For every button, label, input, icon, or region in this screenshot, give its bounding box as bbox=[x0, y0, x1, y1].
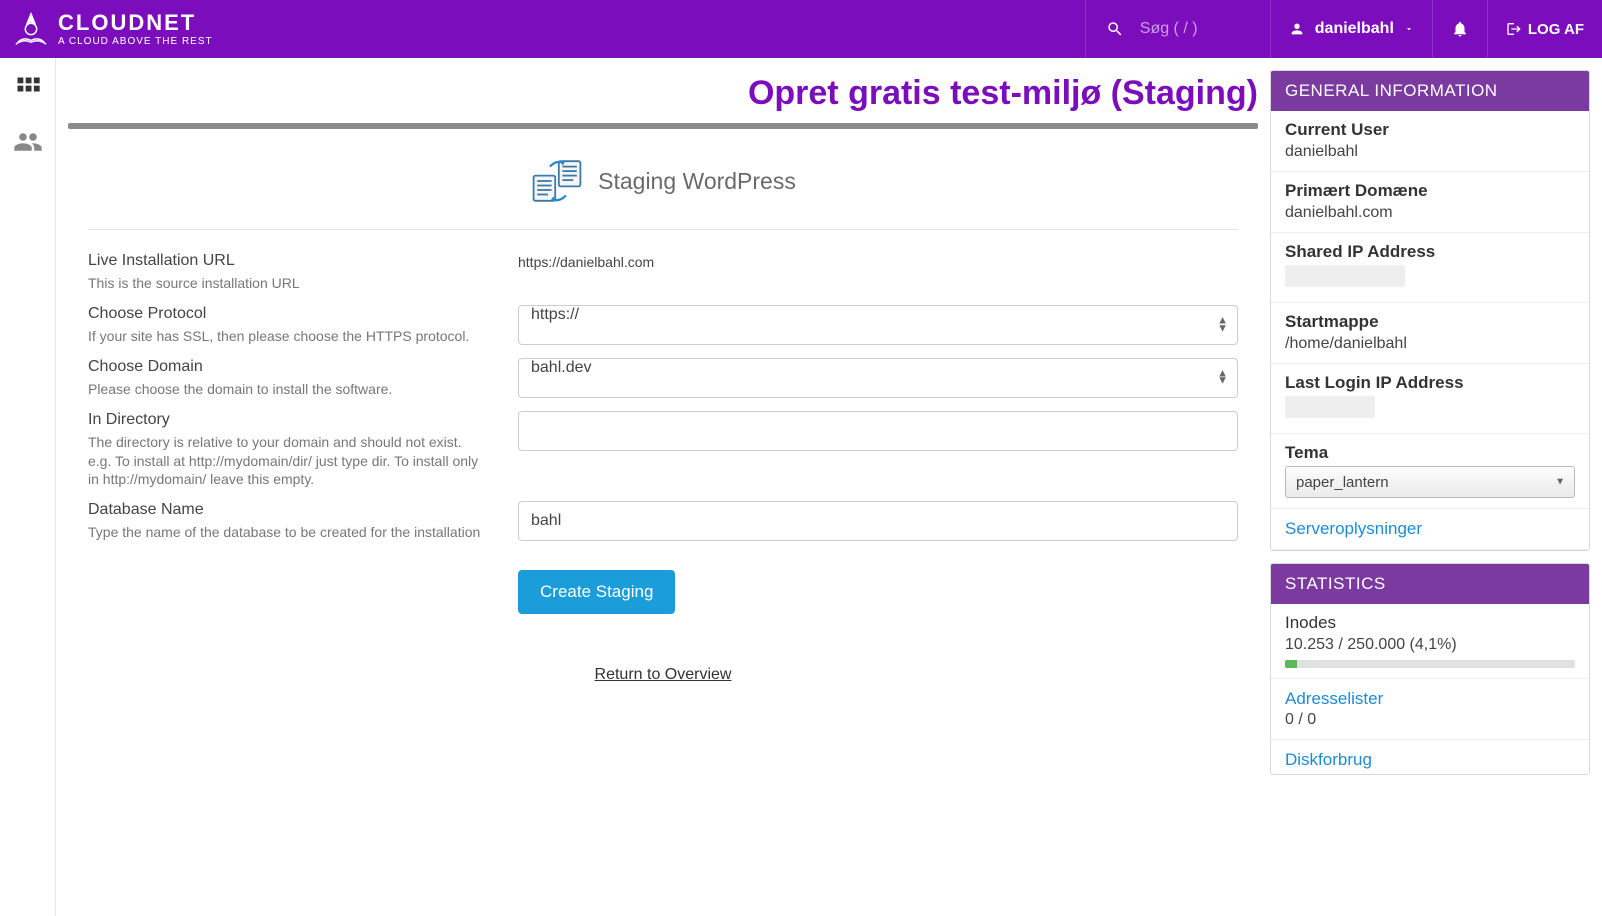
logout-label: LOG AF bbox=[1528, 21, 1584, 38]
disk-usage-link[interactable]: Diskforbrug bbox=[1271, 740, 1589, 774]
general-info-heading: GENERAL INFORMATION bbox=[1271, 71, 1589, 111]
search-input[interactable] bbox=[1140, 20, 1250, 38]
addresses-value: 0 / 0 bbox=[1271, 709, 1589, 740]
notifications-button[interactable] bbox=[1432, 0, 1487, 58]
apps-grid-icon bbox=[14, 74, 42, 102]
header-search[interactable] bbox=[1085, 0, 1270, 58]
home-dir-label: Startmappe bbox=[1285, 312, 1575, 332]
left-rail bbox=[0, 58, 56, 916]
statistics-heading: STATISTICS bbox=[1271, 564, 1589, 604]
bell-icon bbox=[1451, 20, 1469, 38]
live-url-help: This is the source installation URL bbox=[88, 274, 488, 293]
dbname-input[interactable] bbox=[518, 501, 1238, 541]
brand-title: CLOUDNET bbox=[58, 12, 213, 34]
apps-grid-button[interactable] bbox=[12, 72, 44, 104]
search-icon bbox=[1106, 20, 1124, 38]
primary-domain-label: Primært Domæne bbox=[1285, 181, 1575, 201]
domain-select[interactable]: bahl.dev bbox=[518, 358, 1238, 398]
theme-label: Tema bbox=[1285, 443, 1575, 463]
addresses-link[interactable]: Adresselister bbox=[1271, 679, 1589, 709]
return-overview-link[interactable]: Return to Overview bbox=[595, 666, 732, 683]
page-title: Opret gratis test-miljø (Staging) bbox=[68, 70, 1258, 123]
brand-tagline: A CLOUD ABOVE THE REST bbox=[58, 37, 213, 47]
inodes-label: Inodes bbox=[1285, 613, 1575, 633]
live-url-label: Live Installation URL bbox=[88, 252, 488, 270]
shared-ip-redacted bbox=[1285, 265, 1405, 287]
users-button[interactable] bbox=[12, 126, 44, 158]
dbname-label: Database Name bbox=[88, 501, 488, 519]
directory-input[interactable] bbox=[518, 411, 1238, 451]
section-title: Staging WordPress bbox=[598, 168, 796, 195]
statistics-panel: STATISTICS Inodes 10.253 / 250.000 (4,1%… bbox=[1270, 563, 1590, 775]
caret-down-icon bbox=[1404, 24, 1414, 34]
logout-icon bbox=[1506, 21, 1522, 37]
primary-domain-value: danielbahl.com bbox=[1285, 204, 1575, 222]
directory-label: In Directory bbox=[88, 411, 488, 429]
users-icon bbox=[13, 127, 43, 157]
protocol-select[interactable]: https:// bbox=[518, 305, 1238, 345]
protocol-label: Choose Protocol bbox=[88, 305, 488, 323]
current-user-value: danielbahl bbox=[1285, 143, 1575, 161]
last-login-redacted bbox=[1285, 396, 1375, 418]
brand-logo[interactable]: CLOUDNET A CLOUD ABOVE THE REST bbox=[0, 10, 225, 48]
top-header: CLOUDNET A CLOUD ABOVE THE REST danielba… bbox=[0, 0, 1602, 58]
create-staging-button[interactable]: Create Staging bbox=[518, 570, 675, 614]
user-menu[interactable]: danielbahl bbox=[1270, 0, 1432, 58]
inodes-value: 10.253 / 250.000 (4,1%) bbox=[1285, 636, 1575, 654]
theme-select[interactable]: paper_lantern bbox=[1285, 466, 1575, 498]
username-label: danielbahl bbox=[1315, 20, 1394, 38]
current-user-label: Current User bbox=[1285, 120, 1575, 140]
protocol-help: If your site has SSL, then please choose… bbox=[88, 327, 488, 346]
directory-help: The directory is relative to your domain… bbox=[88, 433, 488, 490]
domain-label: Choose Domain bbox=[88, 358, 488, 376]
last-login-label: Last Login IP Address bbox=[1285, 373, 1575, 393]
logout-button[interactable]: LOG AF bbox=[1487, 0, 1602, 58]
shared-ip-label: Shared IP Address bbox=[1285, 242, 1575, 262]
dbname-help: Type the name of the database to be crea… bbox=[88, 523, 488, 542]
general-info-panel: GENERAL INFORMATION Current User danielb… bbox=[1270, 70, 1590, 551]
cloudnet-logo-icon bbox=[12, 10, 50, 48]
user-icon bbox=[1289, 21, 1305, 37]
staging-wordpress-icon bbox=[530, 157, 584, 205]
server-info-link[interactable]: Serveroplysninger bbox=[1271, 509, 1589, 550]
inodes-progress bbox=[1285, 660, 1575, 668]
home-dir-value: /home/danielbahl bbox=[1285, 335, 1575, 353]
domain-help: Please choose the domain to install the … bbox=[88, 380, 488, 399]
live-url-value: https://danielbahl.com bbox=[518, 252, 1238, 270]
